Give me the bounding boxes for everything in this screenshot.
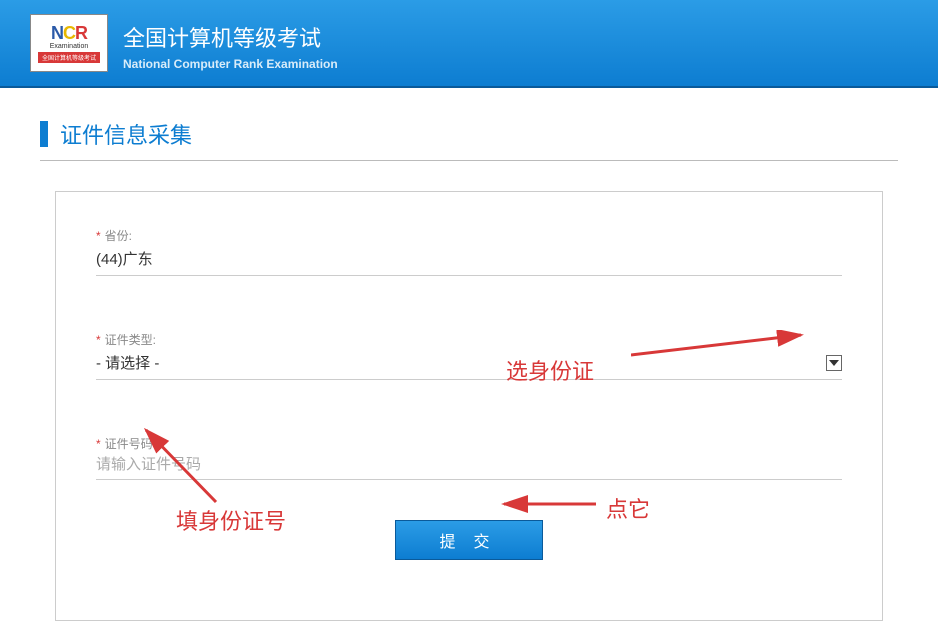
logo-letter-n: N [51, 23, 63, 43]
logo-bar: 全国计算机等级考试 [38, 52, 100, 63]
required-star: * [96, 437, 101, 451]
logo-letter-c: C [63, 23, 75, 43]
form-panel: * 省份: (44)广东 * 证件类型: - 请选择 - * 证件号码: [55, 191, 883, 621]
cert-number-label-text: 证件号码: [105, 437, 156, 451]
cert-number-field-group: * 证件号码: [96, 435, 842, 480]
content-area: 证件信息采集 * 省份: (44)广东 * 证件类型: - 请选择 - [0, 88, 938, 621]
site-header: NCR Examination 全国计算机等级考试 全国计算机等级考试 Nati… [0, 0, 938, 88]
required-star: * [96, 333, 101, 347]
logo-letter-r: R [75, 23, 87, 43]
section-header: 证件信息采集 [40, 118, 898, 161]
cert-type-label-text: 证件类型: [105, 333, 156, 347]
province-field-group: * 省份: (44)广东 [96, 227, 842, 276]
site-title-chinese: 全国计算机等级考试 [123, 21, 338, 53]
province-value: (44)广东 [96, 248, 842, 269]
submit-row: 提交 [96, 520, 842, 560]
province-label-text: 省份: [105, 229, 132, 243]
cert-type-field-group: * 证件类型: - 请选择 - [96, 331, 842, 380]
logo-text: NCR [51, 24, 87, 42]
chevron-down-icon [829, 360, 839, 366]
cert-type-selected[interactable]: - 请选择 - [96, 352, 826, 373]
arrow-to-submit [496, 494, 601, 514]
province-label: * 省份: [96, 227, 842, 244]
cert-type-dropdown-icon[interactable] [826, 355, 842, 371]
site-title-group: 全国计算机等级考试 National Computer Rank Examina… [123, 16, 338, 71]
site-title-english: National Computer Rank Examination [123, 57, 338, 71]
site-logo: NCR Examination 全国计算机等级考试 [30, 14, 108, 72]
submit-button[interactable]: 提交 [395, 520, 542, 560]
required-star: * [96, 229, 101, 243]
cert-type-label: * 证件类型: [96, 331, 842, 348]
logo-subtext: Examination [50, 43, 89, 50]
section-title: 证件信息采集 [60, 118, 192, 150]
cert-number-label: * 证件号码: [96, 435, 842, 452]
cert-number-input[interactable] [96, 456, 842, 473]
title-accent-bar [40, 121, 48, 147]
